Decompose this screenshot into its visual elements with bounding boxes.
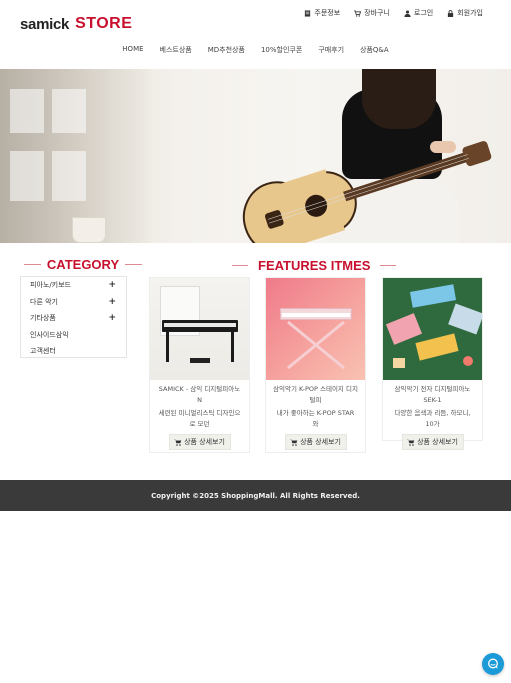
hero-window-pane	[10, 151, 44, 201]
decor-shape	[393, 358, 405, 368]
chat-icon	[488, 658, 498, 669]
nav-coupon[interactable]: 10%할인쿠폰	[261, 45, 302, 55]
util-signup-label: 회원가입	[457, 9, 483, 17]
hero-window-pane	[10, 89, 44, 133]
main-nav: HOME 베스트상품 MD추천상품 10%할인쿠폰 구매후기 상품Q&A	[0, 45, 511, 55]
store-logo[interactable]: samick STORE	[20, 14, 132, 34]
product-detail-label: 상품 상세보기	[184, 438, 225, 446]
product-detail-label: 상품 상세보기	[417, 438, 458, 446]
cart-icon	[407, 439, 415, 446]
pink-keyboard-on-stand-image[interactable]	[266, 278, 365, 380]
keyboard-pink	[385, 313, 423, 345]
heading-rule	[380, 265, 397, 266]
receipt-icon	[305, 9, 311, 17]
product-card[interactable]: SAMICK - 삼익 디지털피아노 N 세련된 미니멀리스틱 디자인으로 모던…	[149, 277, 250, 453]
lock-icon	[448, 9, 454, 17]
piano-leg	[166, 332, 169, 362]
hero-person-hand	[430, 141, 456, 153]
features-title: FEATURES ITMES	[258, 258, 371, 273]
keyboard-light	[448, 303, 482, 335]
piano-leg	[231, 332, 234, 362]
nav-reviews[interactable]: 구매후기	[318, 45, 344, 55]
category-item-label: 기타상품	[30, 314, 56, 323]
nav-md-pick[interactable]: MD추천상품	[208, 45, 245, 55]
cart-icon	[174, 439, 182, 446]
product-desc: 다양한 음색과 리듬, 하모니, 10가	[394, 409, 471, 428]
logo-brand: samick	[20, 15, 70, 33]
product-detail-button[interactable]: 상품 상세보기	[401, 434, 464, 450]
chat-button[interactable]	[482, 653, 504, 675]
expand-plus-icon[interactable]: +	[108, 297, 116, 307]
product-desc: 세련된 미니멀리스틱 디자인으로 모던	[158, 409, 241, 428]
logo-store: STORE	[75, 15, 132, 33]
x-stand-icon	[287, 320, 345, 370]
category-item-label: 피아노/키보드	[30, 281, 71, 290]
product-detail-button[interactable]: 상품 상세보기	[284, 434, 347, 450]
keyboard-yellow	[415, 333, 459, 361]
site-footer: Copyright ©2025 ShoppingMall. All Rights…	[0, 480, 511, 511]
hero-window-pane	[52, 151, 86, 201]
piano-keys	[164, 323, 236, 327]
colorful-keyboards-image[interactable]	[383, 278, 482, 380]
footer-copyright: Copyright ©2025 ShoppingMall. All Rights…	[151, 491, 360, 500]
category-item-other-instruments[interactable]: 다른 악기 +	[21, 294, 126, 311]
hero-cup	[72, 217, 106, 243]
utility-nav: 주문정보 장바구니 로그인 회원가입	[304, 8, 483, 18]
nav-home[interactable]: HOME	[122, 45, 143, 55]
hero-window-pane	[52, 89, 86, 133]
category-heading: CATEGORY	[24, 257, 143, 272]
util-cart-label: 장바구니	[364, 9, 390, 17]
product-card[interactable]: 삼익악기 K-POP 스테이지 디지털피 내가 좋아하는 K-POP STAR와…	[265, 277, 366, 453]
hero-banner[interactable]	[0, 69, 511, 243]
expand-plus-icon[interactable]: +	[108, 280, 116, 290]
category-item-customer-center[interactable]: 고객센터	[21, 343, 126, 360]
category-item-etc[interactable]: 기타상품 +	[21, 310, 126, 327]
heading-rule	[24, 264, 41, 265]
features-heading: FEATURES ITMES	[232, 258, 399, 273]
black-digital-piano-image[interactable]	[150, 278, 249, 380]
product-name[interactable]: 삼익악기 전자 디지털피아노 SEK-1	[383, 384, 482, 406]
product-detail-label: 상품 상세보기	[300, 438, 341, 446]
cart-icon	[354, 9, 362, 17]
cart-icon	[290, 439, 298, 446]
category-item-label: 인사이드삼익	[30, 330, 69, 339]
expand-plus-icon[interactable]: +	[108, 313, 116, 323]
keyboard-keys	[282, 313, 350, 317]
heading-rule	[125, 264, 143, 265]
nav-best[interactable]: 베스트상품	[160, 45, 192, 55]
nav-qna[interactable]: 상품Q&A	[360, 45, 389, 55]
util-cart[interactable]: 장바구니	[354, 8, 390, 18]
product-desc: 내가 좋아하는 K-POP STAR와	[276, 409, 355, 428]
product-detail-button[interactable]: 상품 상세보기	[168, 434, 231, 450]
util-login-label: 로그인	[413, 9, 434, 17]
user-icon	[404, 9, 411, 17]
piano-pedal	[190, 358, 210, 363]
category-item-inside-samick[interactable]: 인사이드삼익	[21, 327, 126, 344]
category-item-label: 다른 악기	[30, 297, 58, 306]
decor-shape	[463, 356, 473, 366]
util-login[interactable]: 로그인	[404, 8, 433, 18]
category-item-piano[interactable]: 피아노/키보드 +	[21, 277, 126, 294]
keyboard-blue	[409, 284, 457, 308]
util-order-info[interactable]: 주문정보	[304, 8, 340, 18]
category-list: 피아노/키보드 + 다른 악기 + 기타상품 + 인사이드삼익 고객센터	[20, 276, 127, 358]
category-title: CATEGORY	[46, 257, 120, 272]
heading-rule	[232, 265, 248, 266]
product-card[interactable]: 삼익악기 전자 디지털피아노 SEK-1 다양한 음색과 리듬, 하모니, 10…	[382, 277, 483, 450]
util-order-info-label: 주문정보	[314, 9, 341, 17]
category-item-label: 고객센터	[30, 347, 56, 356]
product-name[interactable]: 삼익악기 K-POP 스테이지 디지털피	[266, 384, 365, 406]
logo-store-text: STORE	[75, 15, 133, 32]
acoustic-guitar-image	[242, 141, 492, 243]
product-name[interactable]: SAMICK - 삼익 디지털피아노 N	[150, 384, 249, 406]
util-signup[interactable]: 회원가입	[447, 8, 483, 18]
